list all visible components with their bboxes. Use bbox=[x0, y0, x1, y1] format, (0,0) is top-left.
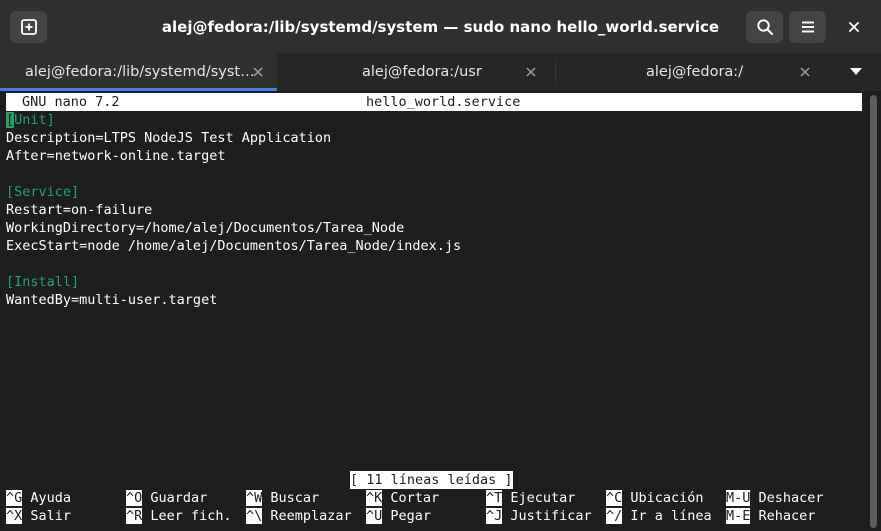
tab-label: alej@fedora:/lib/systemd/syst… bbox=[25, 64, 255, 80]
search-button[interactable] bbox=[746, 11, 783, 43]
editor-line: [Service] bbox=[6, 184, 80, 200]
shortcut-undo: M-U Deshacer bbox=[726, 490, 824, 506]
tab-usr[interactable]: alej@fedora:/usr bbox=[278, 53, 554, 91]
window-title: alej@fedora:/lib/systemd/system — sudo n… bbox=[161, 17, 720, 36]
tab-close-button[interactable] bbox=[795, 62, 815, 82]
terminal-scrollbar[interactable] bbox=[866, 92, 881, 531]
editor-line: Description=LTPS NodeJS Test Application bbox=[6, 130, 332, 146]
search-icon bbox=[756, 19, 773, 36]
editor-line: [Install] bbox=[6, 274, 80, 290]
shortcut-redo: M-E Rehacer bbox=[726, 508, 816, 524]
terminal-view[interactable]: GNU nano 7.2 hello_world.service [Unit] … bbox=[0, 92, 866, 531]
window-close-button[interactable] bbox=[838, 11, 870, 43]
tab-lib-systemd[interactable]: alej@fedora:/lib/systemd/syst… bbox=[0, 53, 277, 91]
nano-version: GNU nano 7.2 bbox=[22, 94, 120, 110]
terminal-window: alej@fedora:/lib/systemd/system — sudo n… bbox=[0, 0, 881, 531]
scrollbar-thumb[interactable] bbox=[870, 95, 877, 528]
nano-filename: hello_world.service bbox=[366, 94, 521, 110]
tab-label: alej@fedora:/ bbox=[646, 64, 744, 80]
main-menu-button[interactable] bbox=[789, 11, 826, 43]
editor-line: After=network-online.target bbox=[6, 148, 226, 164]
chevron-down-icon bbox=[850, 68, 862, 75]
close-icon bbox=[253, 67, 263, 77]
close-icon bbox=[800, 67, 810, 77]
tab-close-button[interactable] bbox=[248, 62, 268, 82]
editor-line: WantedBy=multi-user.target bbox=[6, 292, 218, 308]
shortcut-replace: ^\ Reemplazar bbox=[246, 508, 352, 524]
tab-overview-button[interactable] bbox=[840, 56, 872, 88]
shortcut-justify: ^J Justificar bbox=[486, 508, 592, 524]
shortcut-cut: ^K Cortar bbox=[366, 490, 440, 506]
tab-label: alej@fedora:/usr bbox=[362, 64, 482, 80]
editor-line: WorkingDirectory=/home/alej/Documentos/T… bbox=[6, 220, 405, 236]
shortcut-search: ^W Buscar bbox=[246, 490, 320, 506]
shortcut-location: ^C Ubicación bbox=[606, 490, 704, 506]
close-icon bbox=[526, 67, 536, 77]
shortcut-read-file: ^R Leer fich. bbox=[126, 508, 232, 524]
tab-root[interactable]: alej@fedora:/ bbox=[556, 53, 826, 91]
nano-title-bar: GNU nano 7.2 hello_world.service bbox=[6, 93, 862, 111]
hamburger-menu-icon bbox=[801, 21, 814, 33]
editor-line: Restart=on-failure bbox=[6, 202, 153, 218]
new-tab-icon bbox=[20, 19, 37, 35]
nano-status-message: [ 11 líneas leídas ] bbox=[350, 471, 513, 489]
tab-bar: alej@fedora:/lib/systemd/syst… alej@fedo… bbox=[0, 53, 881, 92]
header-bar: alej@fedora:/lib/systemd/system — sudo n… bbox=[0, 0, 881, 53]
shortcut-exit: ^X Salir bbox=[6, 508, 72, 524]
shortcut-execute: ^T Ejecutar bbox=[486, 490, 576, 506]
new-tab-button[interactable] bbox=[10, 11, 47, 43]
shortcut-save: ^O Guardar bbox=[126, 490, 208, 506]
editor-line: ExecStart=node /home/alej/Documentos/Tar… bbox=[6, 238, 462, 254]
shortcut-go-to-line: ^/ Ir a línea bbox=[606, 508, 712, 524]
editor-line: [Unit] bbox=[6, 112, 55, 128]
close-icon bbox=[849, 22, 859, 32]
tab-close-button[interactable] bbox=[521, 62, 541, 82]
text-cursor: [ bbox=[6, 112, 15, 128]
shortcut-paste: ^U Pegar bbox=[366, 508, 432, 524]
shortcut-help: ^G Ayuda bbox=[6, 490, 72, 506]
